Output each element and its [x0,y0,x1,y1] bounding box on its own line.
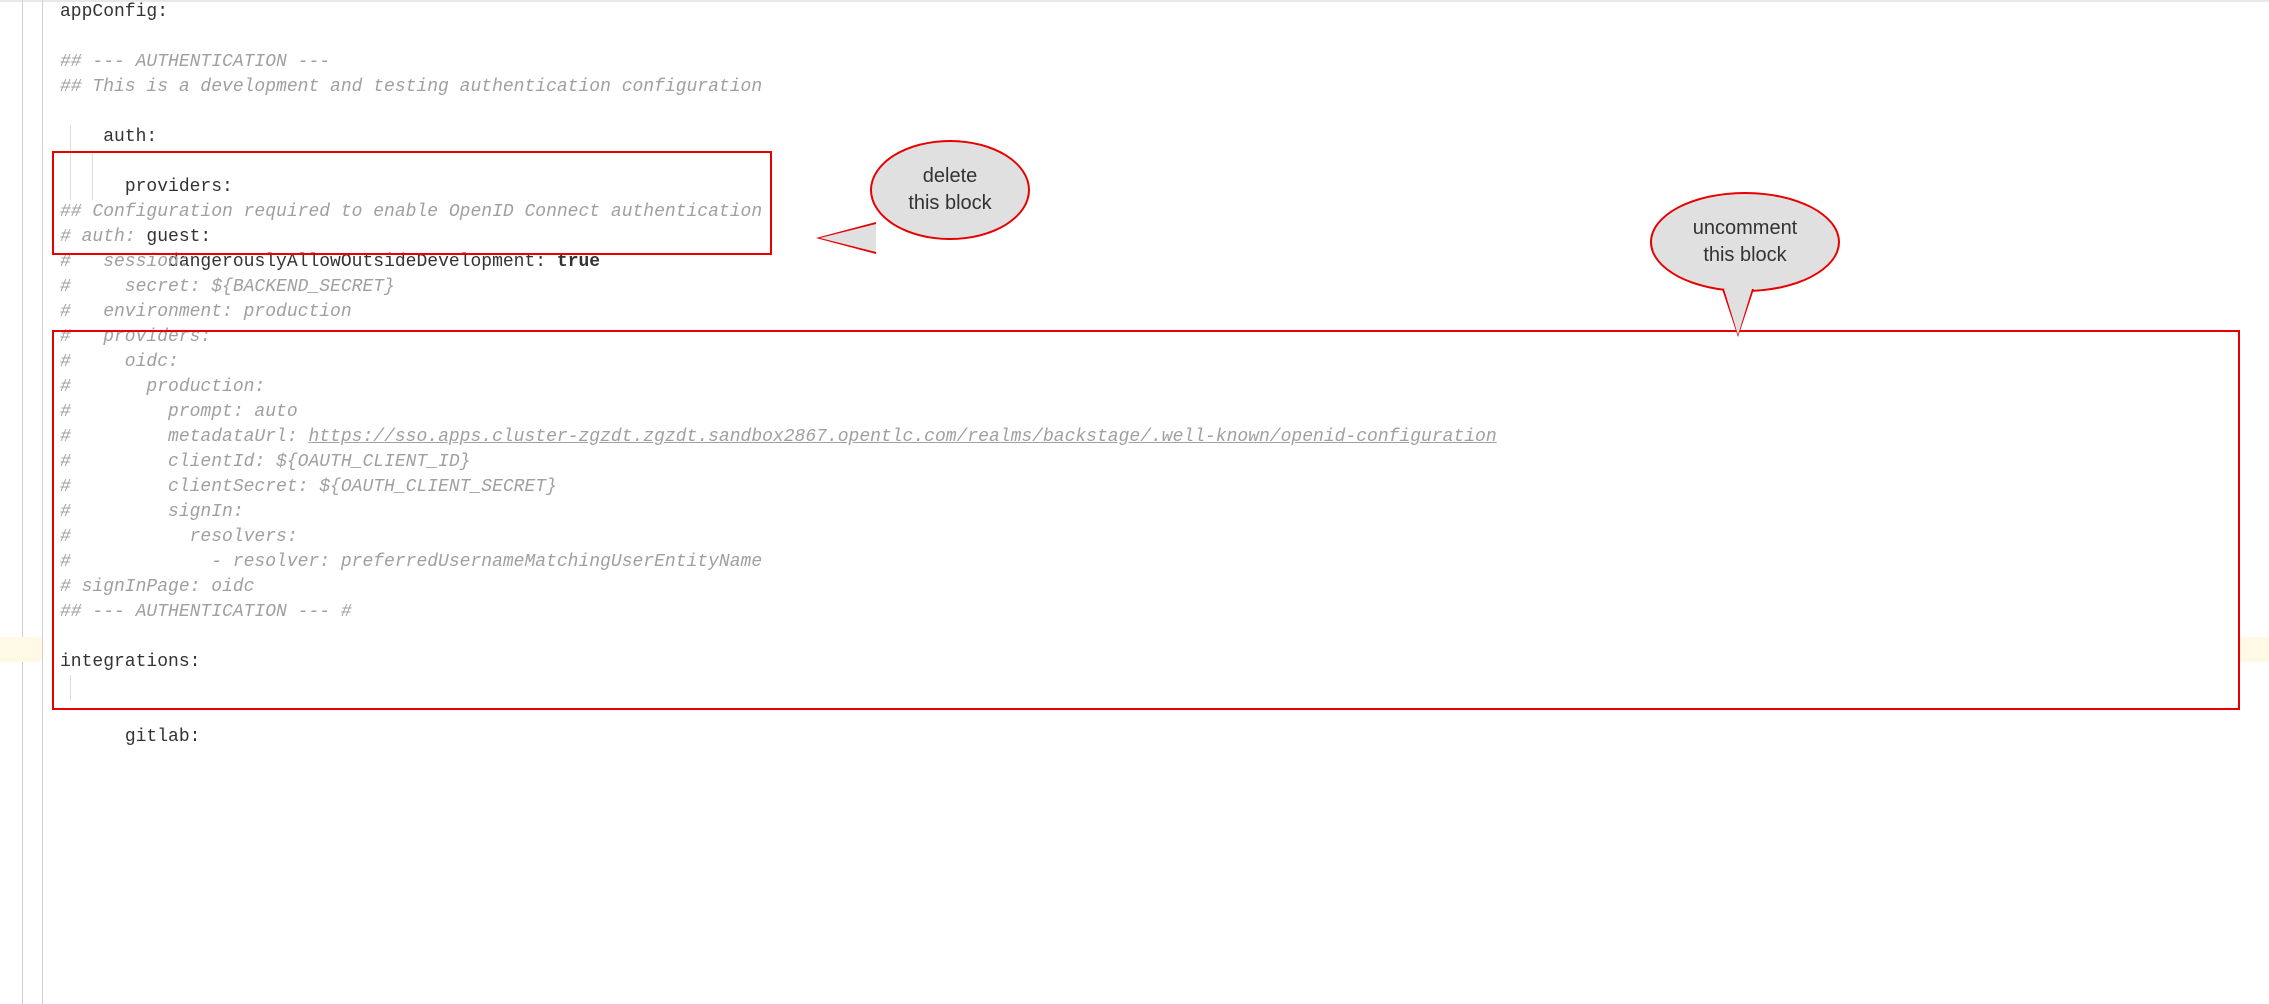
yaml-comment: # signInPage: oidc [60,577,254,597]
gutter-line [22,0,23,1004]
yaml-comment: ## Configuration required to enable Open… [60,202,762,222]
indent-guide [70,675,71,700]
yaml-comment-prefix: # metadataUrl: [60,427,308,447]
code-block: appConfig: ## --- AUTHENTICATION --- ## … [60,0,2239,700]
blank-line [60,625,2239,650]
yaml-comment: ## --- AUTHENTICATION --- # [60,602,352,622]
yaml-key: integrations: [60,652,200,672]
yaml-comment: # oidc: [60,352,179,372]
yaml-comment: # auth: [60,227,136,247]
callout-text: uncomment [1693,215,1798,242]
metadata-url: https://sso.apps.cluster-zgzdt.zgzdt.san… [308,427,1496,447]
yaml-key: appConfig: [60,2,168,22]
line-highlight-left [0,637,42,662]
indent-guide [70,150,71,175]
indent-guide [70,175,71,200]
yaml-comment: # prompt: auto [60,402,298,422]
yaml-comment: # signIn: [60,502,244,522]
callout-delete: delete this block [870,140,1030,240]
yaml-comment: # resolvers: [60,527,298,547]
yaml-comment: # metadataUrl: https://sso.apps.cluster-… [60,427,1497,447]
indent-guide [92,175,93,200]
yaml-comment: # - resolver: preferredUsernameMatchingU… [60,552,762,572]
indent-guide [70,125,71,150]
yaml-comment: # environment: production [60,302,352,322]
callout-text: delete [923,163,978,190]
callout-text: this block [908,190,991,217]
indent-guide [92,150,93,175]
gutter-line [42,0,43,1004]
callout-text: this block [1703,242,1786,269]
yaml-comment: # session: [60,252,190,272]
blank-line [60,25,2239,50]
callout-uncomment: uncomment this block [1650,192,1840,292]
yaml-comment: # providers: [60,327,211,347]
yaml-comment: ## This is a development and testing aut… [60,77,762,97]
yaml-comment: ## --- AUTHENTICATION --- [60,52,330,72]
line-highlight-right [2239,637,2269,662]
yaml-comment: # clientSecret: ${OAUTH_CLIENT_SECRET} [60,477,557,497]
yaml-comment: # production: [60,377,265,397]
yaml-comment: # clientId: ${OAUTH_CLIENT_ID} [60,452,470,472]
yaml-comment: # secret: ${BACKEND_SECRET} [60,277,395,297]
yaml-key: gitlab: [103,727,200,747]
